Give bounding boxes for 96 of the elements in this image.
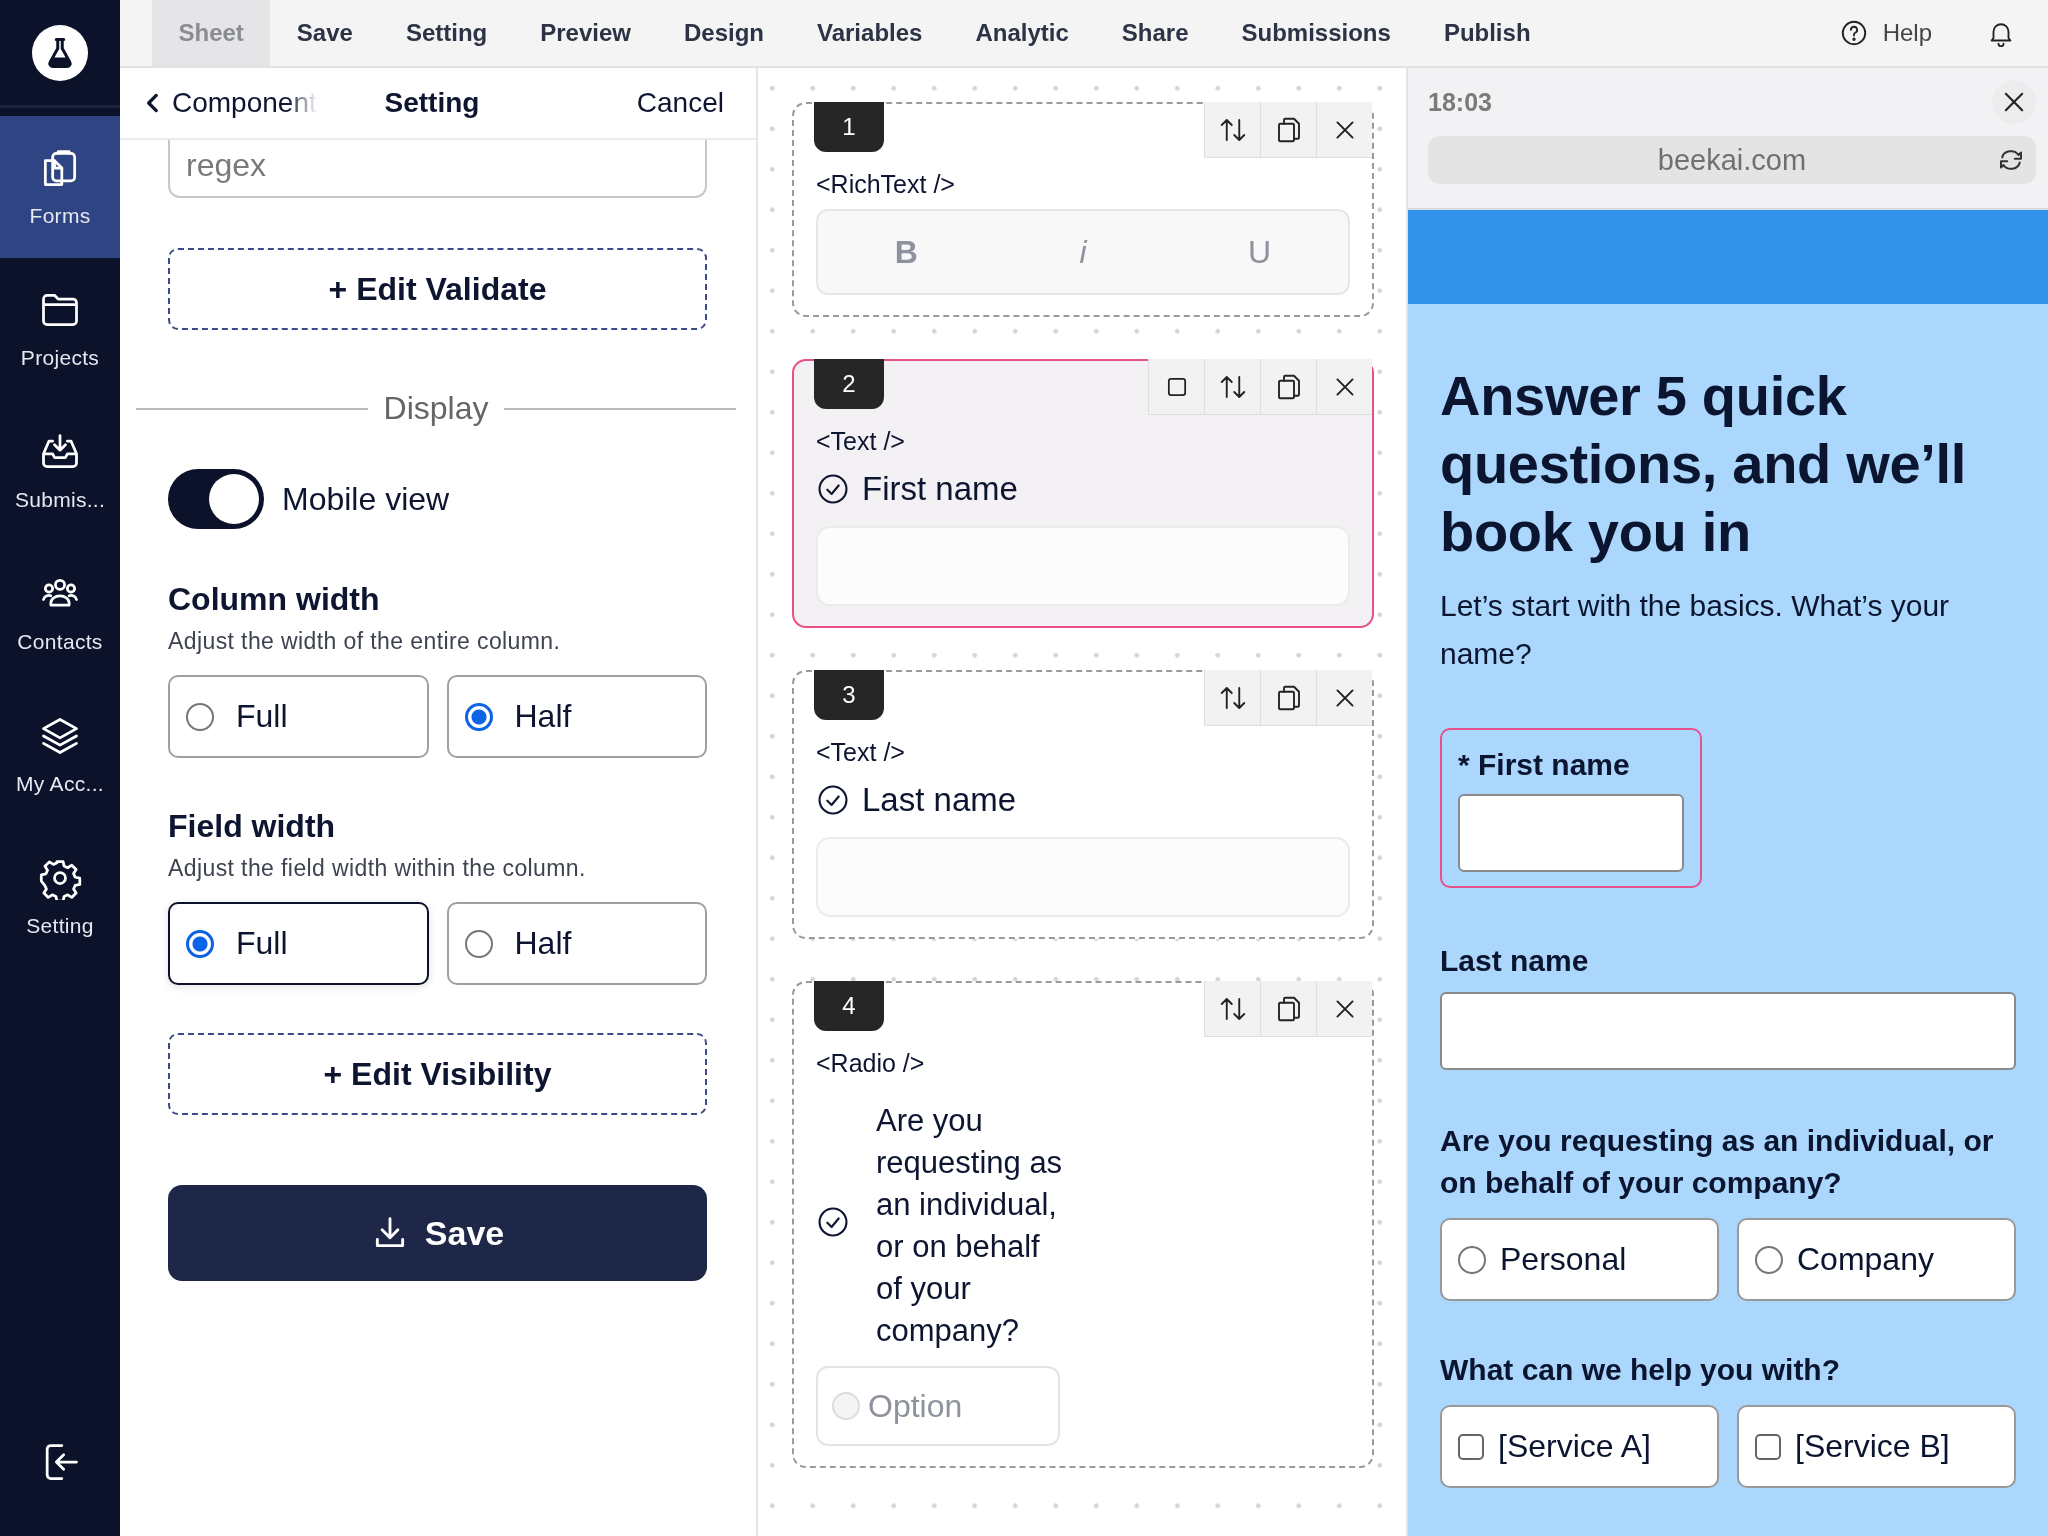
cancel-button[interactable]: Cancel	[636, 87, 724, 119]
duplicate-button[interactable]	[1260, 102, 1316, 158]
section-heading: Display	[136, 390, 736, 427]
edit-validate-button[interactable]: + Edit Validate	[168, 248, 707, 330]
group-title: Column width	[168, 581, 381, 618]
component-type: <RichText />	[816, 170, 956, 199]
radio-option[interactable]: Half	[446, 902, 707, 985]
duplicate-button[interactable]	[1260, 359, 1316, 415]
move-button[interactable]	[1204, 359, 1260, 415]
sidebar-label: Contacts	[17, 630, 103, 654]
menu-tab[interactable]: Setting	[379, 0, 514, 66]
checkbox-option[interactable]: [Service B]	[1737, 1405, 2016, 1488]
menu-tab[interactable]: Save	[270, 0, 380, 66]
radio-option[interactable]: Half	[446, 675, 707, 758]
group-description: Adjust the field width within the column.	[168, 855, 587, 882]
status-time: 18:03	[1428, 87, 1492, 117]
checkbox[interactable]	[1755, 1433, 1781, 1460]
delete-button[interactable]	[1316, 359, 1372, 415]
delete-button[interactable]	[1316, 981, 1372, 1037]
close-button[interactable]	[1992, 80, 2036, 124]
panel-title: Setting	[384, 87, 480, 119]
move-button[interactable]	[1204, 102, 1260, 158]
sidebar-item[interactable]: My Acc...	[0, 684, 120, 826]
input-field[interactable]	[1440, 992, 2016, 1070]
radio-button[interactable]	[464, 929, 493, 958]
question-label: Are you requesting as an individual, or on behalf of your company?	[1440, 1123, 1995, 1201]
sidebar-label: Projects	[20, 346, 100, 370]
sidebar-item[interactable]: Projects	[0, 258, 120, 400]
edit-visibility-button[interactable]: + Edit Visibility	[168, 1033, 707, 1115]
duplicate-button[interactable]	[1260, 670, 1316, 726]
field-label: Last name	[1440, 943, 1590, 979]
component-type: <Text />	[816, 738, 906, 767]
sidebar-label: Forms	[29, 204, 91, 228]
form-title: Answer 5 quick questions, and we’ll book you in	[1440, 363, 1968, 565]
check-circle-icon	[816, 1205, 850, 1239]
component-card[interactable]: 3 <Text /> Last name	[792, 670, 1374, 939]
radio-option[interactable]: Full	[168, 675, 429, 758]
form-subtitle: Let’s start with the basics. What’s your name?	[1440, 588, 1951, 672]
field-label: * First name	[1458, 747, 1631, 783]
menu-tab[interactable]: Submissions	[1215, 0, 1418, 66]
radio-option[interactable]: Personal	[1440, 1218, 1719, 1301]
menu-tab[interactable]: Preview	[513, 0, 658, 66]
radio-button[interactable]	[464, 702, 493, 731]
toggle-switch[interactable]	[168, 469, 264, 529]
form-field[interactable]: Last name	[1440, 940, 2016, 1070]
delete-button[interactable]	[1316, 102, 1372, 158]
menu-tab[interactable]: Analytic	[948, 0, 1096, 66]
sidebar-item[interactable]: Submis...	[0, 400, 120, 542]
component-card[interactable]: 1 <RichText /> B i U	[792, 102, 1374, 317]
question-label: What can we help you with?	[1440, 1352, 1842, 1388]
move-button[interactable]	[1204, 981, 1260, 1037]
field-label: Are you requesting as an individual, or on behalf of your company?	[876, 1102, 1064, 1350]
select-button[interactable]	[1148, 359, 1204, 415]
menu-tab[interactable]: Publish	[1417, 0, 1558, 66]
component-card[interactable]: 2 <Text /> First name	[792, 359, 1374, 628]
number-badge: 2	[814, 359, 884, 409]
menu-tab[interactable]: Share	[1095, 0, 1215, 66]
regex-field[interactable]: regex	[168, 140, 707, 198]
save-button[interactable]: Save	[168, 1185, 707, 1281]
field-label: First name	[862, 470, 1018, 508]
sidebar-label: My Acc...	[16, 772, 104, 796]
check-circle-icon	[816, 472, 850, 506]
radio-button[interactable]	[1458, 1245, 1486, 1274]
address-bar[interactable]: beekai.com	[1428, 136, 2036, 184]
component-type: <Text />	[816, 427, 906, 456]
sidebar-label: Setting	[26, 914, 94, 938]
toggle-label: Mobile view	[282, 480, 450, 518]
number-badge: 1	[814, 102, 884, 152]
radio-option[interactable]: Full	[168, 902, 429, 985]
delete-button[interactable]	[1316, 670, 1372, 726]
duplicate-button[interactable]	[1260, 981, 1316, 1037]
component-card[interactable]: 4 <Radio /> Are you requesting as an individual, or on behalf of your company? Option	[792, 981, 1374, 1468]
sidebar-item[interactable]: Setting	[0, 826, 120, 968]
sidebar-item[interactable]: Contacts	[0, 542, 120, 684]
radio-button[interactable]	[1755, 1245, 1783, 1274]
number-badge: 4	[814, 981, 884, 1031]
menu-tab[interactable]: Variables	[790, 0, 949, 66]
radio-option[interactable]: Company	[1737, 1218, 2016, 1301]
group-description: Adjust the width of the entire column.	[168, 628, 562, 655]
number-badge: 3	[814, 670, 884, 720]
move-button[interactable]	[1204, 670, 1260, 726]
field-label: Last name	[862, 781, 1017, 819]
group-title: Field width	[168, 808, 337, 845]
component-type: <Radio />	[816, 1049, 926, 1078]
sidebar-label: Submis...	[14, 488, 106, 512]
input-field[interactable]	[1458, 794, 1684, 872]
menu-tab[interactable]: Design	[657, 0, 791, 66]
check-circle-icon	[816, 783, 850, 817]
radio-button[interactable]	[186, 702, 214, 731]
radio-button[interactable]	[186, 929, 214, 958]
checkbox[interactable]	[1458, 1433, 1484, 1460]
back-button[interactable]: Component	[140, 87, 385, 119]
sidebar-item[interactable]: Forms	[0, 116, 120, 258]
help-link[interactable]: Help	[1882, 19, 1932, 47]
form-field[interactable]: * First name	[1440, 728, 1702, 888]
checkbox-option[interactable]: [Service A]	[1440, 1405, 1719, 1488]
